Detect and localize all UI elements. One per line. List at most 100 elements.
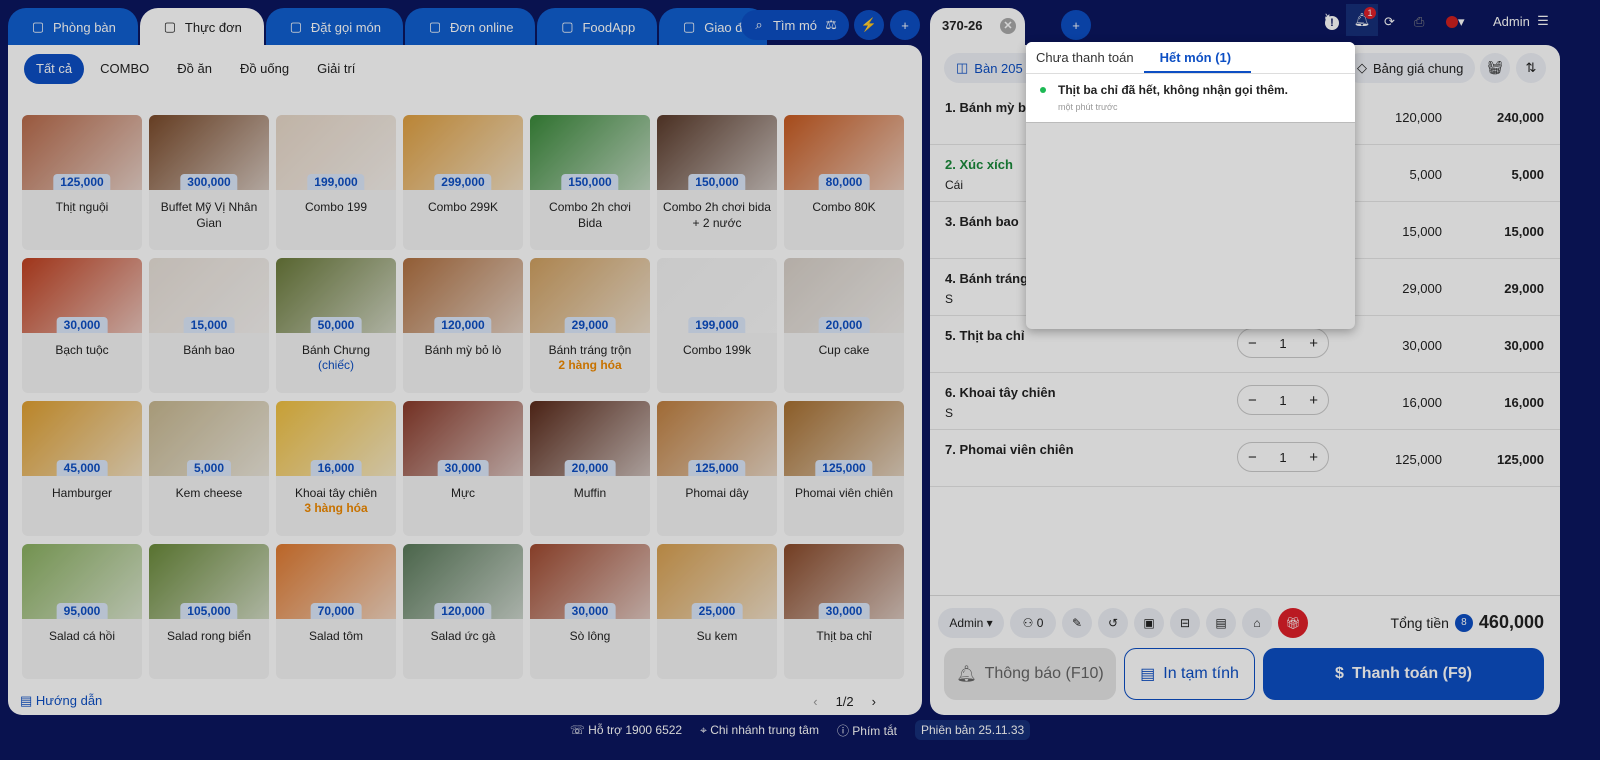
tab-4[interactable]: ▢ FoodApp	[537, 8, 658, 46]
pricelist-selector[interactable]: ◇ Bảng giá chung	[1345, 53, 1476, 83]
admin-menu[interactable]: Admin ☰	[1493, 13, 1549, 29]
product-card[interactable]: 125,000 Phomai viên chiên	[784, 401, 904, 536]
branch-link[interactable]: ⌖ Chi nhánh trung tâm	[700, 723, 819, 738]
product-card[interactable]: 150,000 Combo 2h chơi bida + 2 nước	[657, 115, 777, 250]
category-0[interactable]: Tất cả	[24, 54, 85, 84]
item-name: 3. Bánh bao	[945, 214, 1019, 229]
product-grid: 125,000 Thịt nguội 300,000 Buffet Mỹ Vị Nhâ…	[22, 115, 904, 679]
gift-icon[interactable]: 🎁︎	[1278, 608, 1308, 638]
prev-page-button[interactable]: ‹	[813, 694, 817, 709]
product-card[interactable]: 125,000 Thịt nguội	[22, 115, 142, 250]
product-card[interactable]: 50,000 Bánh Chưng (chiếc)	[276, 258, 396, 393]
order-row[interactable]: 6. Khoai tây chiên S −1 + 16,000 16,000	[930, 373, 1560, 430]
history-icon[interactable]: ↺	[1098, 608, 1128, 638]
category-3[interactable]: Đồ uống	[228, 54, 301, 84]
product-card[interactable]: 150,000 Combo 2h chơi Bida	[530, 115, 650, 250]
product-card[interactable]: 125,000 Phomai dây	[657, 401, 777, 536]
quantity-stepper[interactable]: −1+	[1237, 442, 1329, 472]
minus-icon[interactable]: −	[1248, 392, 1257, 409]
product-image: 150,000	[530, 115, 650, 190]
order-tab[interactable]: 370-26 ✕	[930, 8, 1025, 46]
category-1[interactable]: COMBO	[88, 54, 161, 84]
product-card[interactable]: 30,000 Sò lông	[530, 544, 650, 679]
next-page-button[interactable]: ›	[872, 694, 876, 709]
product-card[interactable]: 199,000 Combo 199k	[657, 258, 777, 393]
product-card[interactable]: 120,000 Salad ức gà	[403, 544, 523, 679]
quantity-stepper[interactable]: −1+	[1237, 328, 1329, 358]
product-card[interactable]: 70,000 Salad tôm	[276, 544, 396, 679]
bell-button[interactable]: 🔔︎ 1	[1346, 4, 1378, 36]
quantity-stepper[interactable]: −1+	[1237, 385, 1329, 415]
product-name: Combo 80K	[812, 200, 876, 214]
product-price: 125,000	[815, 460, 873, 476]
product-image: 120,000	[403, 258, 523, 333]
minus-icon[interactable]: −	[1248, 335, 1257, 352]
product-image: 125,000	[657, 401, 777, 476]
plus-icon[interactable]: +	[1309, 335, 1318, 352]
product-card[interactable]: 30,000 Mực	[403, 401, 523, 536]
product-card[interactable]: 29,000 Bánh tráng trộn 2 hàng hóa	[530, 258, 650, 393]
product-card[interactable]: 105,000 Salad rong biển	[149, 544, 269, 679]
category-2[interactable]: Đồ ăn	[165, 54, 224, 84]
item-unit: S	[945, 292, 954, 306]
category-4[interactable]: Giải trí	[305, 54, 367, 84]
split-icon[interactable]: ⊟	[1170, 608, 1200, 638]
item-price: 29,000	[1402, 281, 1442, 296]
product-card[interactable]: 95,000 Salad cá hồi	[22, 544, 142, 679]
add-button[interactable]: +	[890, 10, 920, 40]
tab-1[interactable]: ▢ Thực đơn	[139, 8, 264, 46]
language-flag-icon[interactable]: ▾	[1446, 14, 1465, 30]
notification-item[interactable]: Thịt ba chỉ đã hết, không nhận gọi thêm.…	[1026, 74, 1355, 123]
clipboard-icon[interactable]: ▤	[1206, 608, 1236, 638]
search-button[interactable]: ⌕ Tìm mó ⚖	[741, 10, 849, 40]
edit-icon[interactable]: ✎	[1062, 608, 1092, 638]
user-selector[interactable]: Admin ▾	[938, 608, 1004, 638]
product-card[interactable]: 5,000 Kem cheese	[149, 401, 269, 536]
product-card[interactable]: 120,000 Bánh mỳ bỏ lò	[403, 258, 523, 393]
category-tabs: Tất cả COMBO Đồ ăn Đồ uống Giải trí	[24, 54, 367, 84]
info-icon[interactable]: !	[1325, 16, 1339, 30]
product-card[interactable]: 300,000 Buffet Mỹ Vị Nhân Gian	[149, 115, 269, 250]
phone-order-icon: ▢	[289, 19, 303, 34]
product-card[interactable]: 30,000 Bạch tuộc	[22, 258, 142, 393]
tab-0[interactable]: ▢ Phòng bàn	[8, 8, 138, 46]
basket-icon[interactable]: 🧺︎	[1480, 53, 1510, 83]
tab-unpaid[interactable]: Chưa thanh toán	[1026, 42, 1144, 73]
plus-icon[interactable]: +	[1309, 392, 1318, 409]
scale-icon: ⚖	[825, 17, 837, 32]
product-card[interactable]: 20,000 Cup cake	[784, 258, 904, 393]
sort-icon[interactable]: ⇅	[1516, 53, 1546, 83]
product-card[interactable]: 16,000 Khoai tây chiên 3 hàng hóa	[276, 401, 396, 536]
notify-kitchen-button[interactable]: 🔔︎ Thông báo (F10)	[944, 648, 1116, 700]
tab-3[interactable]: ▢ Đơn online	[404, 8, 536, 46]
product-card[interactable]: 30,000 Thịt ba chỉ	[784, 544, 904, 679]
product-card[interactable]: 80,000 Combo 80K	[784, 115, 904, 250]
shortcuts-link[interactable]: ⓘ Phím tắt	[837, 722, 897, 739]
tab-out-of-stock[interactable]: Hết món (1)	[1143, 42, 1252, 73]
product-card[interactable]: 15,000 Bánh bao	[149, 258, 269, 393]
calendar-check-icon[interactable]: ▣	[1134, 608, 1164, 638]
product-card[interactable]: 20,000 Muffin	[530, 401, 650, 536]
service-bell-icon[interactable]: ⌂	[1242, 608, 1272, 638]
minus-icon[interactable]: −	[1248, 449, 1257, 466]
order-row[interactable]: 7. Phomai viên chiên −1 + 125,000 125,000	[930, 430, 1560, 487]
tab-2[interactable]: ▢ Đặt gọi món	[265, 8, 403, 46]
plus-icon[interactable]: +	[1309, 449, 1318, 466]
product-price: 125,000	[688, 460, 746, 476]
product-card[interactable]: 25,000 Su kem	[657, 544, 777, 679]
product-card[interactable]: 45,000 Hamburger	[22, 401, 142, 536]
quick-button[interactable]: ⚡	[854, 10, 884, 40]
support-link[interactable]: ☏ Hỗ trợ 1900 6522	[570, 723, 682, 737]
close-icon[interactable]: ✕	[1000, 18, 1016, 34]
guide-link[interactable]: ▤ Hướng dẫn	[20, 693, 102, 709]
guests-button[interactable]: ⚇ 0	[1010, 608, 1056, 638]
product-name: Combo 299K	[427, 200, 499, 214]
product-card[interactable]: 299,000 Combo 299K	[403, 115, 523, 250]
refresh-icon[interactable]: ⟳	[1384, 14, 1395, 30]
print-bill-button[interactable]: ▤ In tạm tính	[1124, 648, 1255, 700]
product-card[interactable]: 199,000 Combo 199	[276, 115, 396, 250]
pay-button[interactable]: $ Thanh toán (F9)	[1263, 648, 1544, 700]
printer-icon[interactable]: ⎙	[1414, 14, 1424, 30]
product-image: 125,000	[22, 115, 142, 190]
add-order-button[interactable]: +	[1061, 10, 1091, 40]
